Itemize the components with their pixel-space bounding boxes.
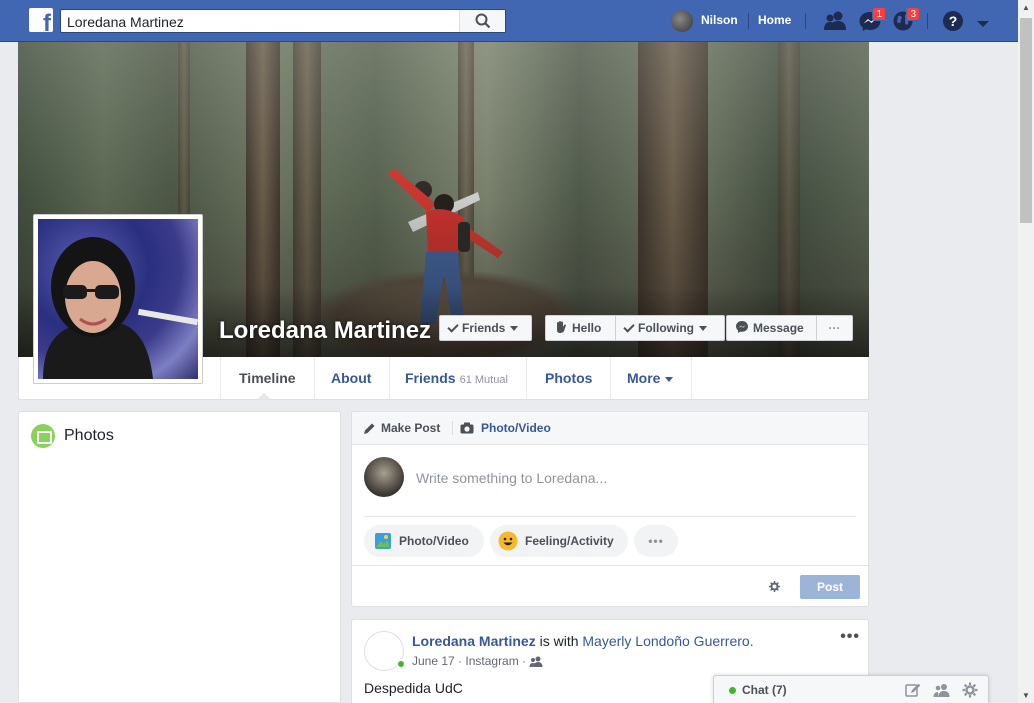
photos-card-title[interactable]: Photos [64,427,114,445]
scroll-down-arrow-icon[interactable]: ▼ [1022,691,1030,700]
post-source-link[interactable]: Instagram [465,654,518,668]
tab-friends-label: Friends [405,370,456,386]
composer-more-button[interactable]: ••• [634,525,678,557]
meta-separator: · [454,654,466,668]
photo-icon [375,533,391,549]
online-status-dot [396,659,406,669]
post-date-link[interactable]: June 17 [412,654,455,668]
more-options-button[interactable]: ··· [816,315,853,341]
wave-hello-button[interactable]: Hello [545,315,616,341]
caret-down-icon [510,326,519,332]
composer-header-divider [452,421,453,435]
photo-video-tab[interactable]: Photo/Video [481,421,551,435]
nav-divider [748,13,749,29]
feeling-activity-label: Feeling/Activity [525,534,614,548]
scrollbar-thumb[interactable] [1020,18,1032,223]
pencil-icon [364,423,375,434]
hello-button-label: Hello [572,321,602,335]
post-with-text: is with [535,633,583,649]
profile-link[interactable]: Nilson [701,13,738,27]
checkmark-icon [447,321,459,333]
post-button[interactable]: Post [800,575,860,599]
post-header: Loredana Martinez is with Mayerly Londoñ… [412,633,754,649]
home-link[interactable]: Home [758,13,791,27]
new-message-icon[interactable] [905,683,921,698]
profile-picture[interactable] [33,214,203,384]
user-avatar[interactable] [671,10,693,32]
messages-icon[interactable]: 1 [858,7,886,32]
help-icon[interactable]: ? [942,10,966,32]
notifications-globe-icon[interactable]: 3 [892,7,920,32]
scroll-up-arrow-icon[interactable]: ▲ [1022,3,1030,12]
audience-friends-icon[interactable] [529,656,543,667]
nav-divider [927,13,928,29]
post-options-button[interactable]: ••• [840,628,860,646]
chat-online-dot [729,687,736,694]
mutual-friends-count: 61 Mutual [459,374,508,386]
photo-video-label: Photo/Video [399,534,469,548]
top-navigation-bar: f Loredana Martinez Nilson Home 1 3 ? [0,0,1018,42]
composer-header: Make Post Photo/Video [352,412,868,445]
caret-down-icon [699,326,707,332]
composer-more-label: ••• [648,534,664,548]
svg-text:?: ? [949,13,958,29]
following-button-label: Following [638,321,694,335]
tab-friends[interactable]: Friends 61 Mutual [387,357,527,399]
photos-icon [31,424,55,448]
page-scrollbar[interactable]: ▲ ▼ [1018,0,1034,703]
search-icon [475,13,491,29]
more-options-label: ··· [828,321,841,335]
make-post-tab[interactable]: Make Post [381,421,440,435]
tab-about[interactable]: About [313,357,391,399]
tagged-person-link[interactable]: Mayerly Londoño Guerrero. [582,633,753,649]
settings-gear-icon[interactable] [769,581,780,592]
chat-label[interactable]: Chat (7) [742,683,787,697]
composer-text-input[interactable]: Write something to Loredana... [416,470,607,486]
meta-separator: · [518,654,530,668]
messages-badge: 1 [872,7,886,21]
photo-video-button[interactable]: Photo/Video [364,525,484,557]
create-group-icon[interactable] [933,683,951,698]
camera-icon [460,422,474,434]
message-button-label: Message [753,321,804,335]
account-menu-caret-icon[interactable] [976,17,1000,39]
search-input[interactable]: Loredana Martinez [60,9,506,33]
messenger-icon [736,321,748,333]
post-text: Despedida UdC [364,680,463,696]
caret-down-icon [665,376,674,382]
tab-photos[interactable]: Photos [527,357,612,399]
post-composer: Make Post Photo/Video Write something to… [351,411,869,607]
chat-settings-gear-icon[interactable] [962,682,978,698]
following-button[interactable]: Following [615,315,725,341]
profile-photo-image [38,219,198,379]
composer-divider [364,516,856,517]
chat-actions [905,682,978,701]
chat-bar[interactable]: Chat (7) [713,675,989,703]
friend-requests-icon[interactable] [823,10,847,32]
post-author-link[interactable]: Loredana Martinez [412,633,536,649]
notifications-badge: 3 [906,7,920,21]
friends-status-button[interactable]: Friends [439,315,532,341]
tab-more[interactable]: More [609,357,693,399]
composer-footer: Post [352,565,868,607]
waving-hand-icon [557,321,566,333]
feeling-activity-button[interactable]: Feeling/Activity [490,525,628,557]
active-tab-indicator-icon [258,393,270,400]
composer-avatar [364,457,404,497]
search-input-value[interactable]: Loredana Martinez [67,14,184,30]
post-meta: June 17 · Instagram · [412,654,543,668]
nav-divider [805,13,806,29]
checkmark-icon [623,321,635,333]
smiley-icon [498,531,518,551]
photos-card: Photos [18,411,341,703]
tab-more-label: More [627,370,661,386]
profile-name: Loredana Martinez [219,317,432,344]
facebook-logo-icon[interactable]: f [29,8,53,32]
message-button[interactable]: Message [726,315,817,341]
friends-button-label: Friends [462,321,506,335]
search-button[interactable] [459,10,505,32]
